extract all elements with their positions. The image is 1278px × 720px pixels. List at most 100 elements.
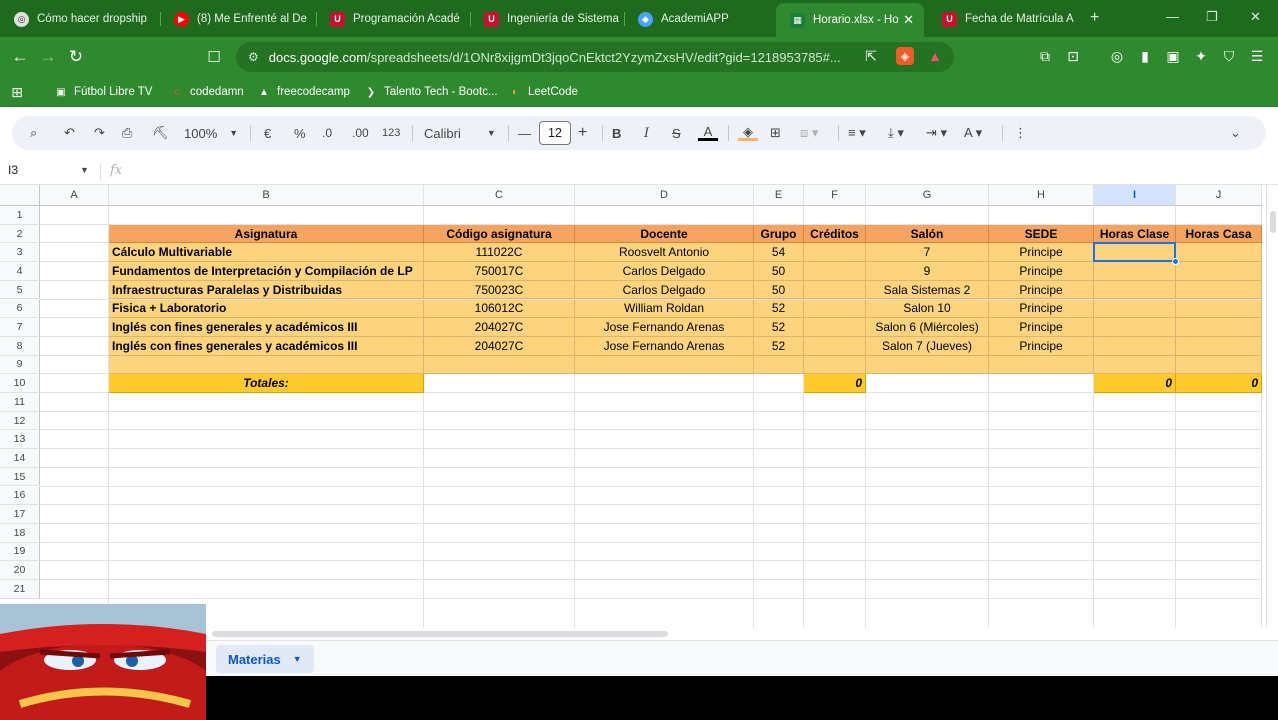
row-header-12[interactable]: 12 — [0, 411, 40, 431]
column-header-b[interactable]: B — [109, 185, 424, 206]
data-cell[interactable] — [754, 355, 804, 375]
new-tab-icon[interactable]: + — [1090, 9, 1099, 27]
screenshot-icon[interactable]: ⊡ — [1064, 47, 1082, 65]
ai-icon[interactable]: ✦ — [1192, 47, 1210, 65]
data-cell[interactable] — [1176, 318, 1262, 337]
font-size-input[interactable]: 12 — [539, 121, 571, 145]
row-header-6[interactable]: 6 — [0, 299, 40, 319]
column-header-h[interactable]: H — [989, 185, 1094, 206]
address-bar[interactable]: ⚙ docs.google.com /spreadsheets/d/1ONr8x… — [236, 42, 954, 72]
data-cell[interactable]: William Roldan — [575, 299, 754, 319]
data-cell[interactable]: 50 — [754, 280, 804, 300]
horizontal-align-icon[interactable]: ≡ ▾ — [848, 124, 866, 142]
increase-font-size-icon[interactable]: + — [578, 124, 587, 142]
brave-rewards-icon[interactable]: ▲ — [926, 47, 944, 65]
header-cell[interactable]: Créditos — [804, 224, 866, 244]
tab-2[interactable]: U Programación Acadé — [316, 4, 470, 34]
data-cell[interactable] — [1094, 280, 1176, 300]
collapse-toolbar-icon[interactable]: ⌄ — [1230, 124, 1241, 142]
row-header-5[interactable]: 5 — [0, 280, 40, 300]
header-cell[interactable]: SEDE — [989, 224, 1094, 244]
data-cell[interactable]: 750023C — [424, 280, 575, 300]
decrease-font-size-icon[interactable]: — — [518, 124, 531, 142]
currency-button[interactable]: € — [264, 124, 271, 142]
sheet-tab-materias[interactable]: Materias ▼ — [216, 645, 314, 673]
data-cell[interactable] — [1176, 355, 1262, 375]
vertical-scrollbar[interactable] — [1266, 185, 1278, 630]
data-cell[interactable]: 52 — [754, 299, 804, 319]
data-cell[interactable]: 52 — [754, 336, 804, 356]
data-cell[interactable]: Principe — [989, 299, 1094, 319]
row-header-18[interactable]: 18 — [0, 523, 40, 543]
row-header-3[interactable]: 3 — [0, 243, 40, 263]
bookmark-icon[interactable]: ☐ — [202, 45, 226, 69]
data-cell[interactable]: Jose Fernando Arenas — [575, 336, 754, 356]
forward-icon[interactable]: → — [36, 45, 60, 69]
data-cell[interactable]: 111022C — [424, 243, 575, 263]
data-cell[interactable]: Infraestructuras Paralelas y Distribuida… — [109, 280, 424, 300]
bookmark-codedamn[interactable]: c codedamn — [170, 83, 244, 101]
data-cell[interactable]: Salon 6 (Miércoles) — [866, 318, 989, 337]
decrease-decimal-button[interactable]: .0 — [322, 124, 332, 142]
row-header-8[interactable]: 8 — [0, 336, 40, 356]
column-header-d[interactable]: D — [575, 185, 754, 206]
data-cell[interactable] — [804, 318, 866, 337]
extensions-icon[interactable]: ⧉ — [1036, 47, 1054, 65]
row-header-15[interactable]: 15 — [0, 467, 40, 487]
data-cell[interactable]: 54 — [754, 243, 804, 263]
header-cell[interactable]: Horas Clase — [1094, 224, 1176, 244]
print-icon[interactable]: ⎙ — [122, 124, 132, 142]
data-cell[interactable]: 9 — [866, 262, 989, 281]
data-cell[interactable]: 50 — [754, 262, 804, 281]
brave-shield-icon[interactable]: ◈ — [896, 47, 914, 65]
data-cell[interactable]: Principe — [989, 336, 1094, 356]
data-cell[interactable]: Principe — [989, 318, 1094, 337]
sidebar-icon[interactable]: ▮ — [1136, 47, 1154, 65]
data-cell[interactable]: 7 — [866, 243, 989, 263]
bold-button[interactable]: B — [612, 124, 621, 142]
row-header-17[interactable]: 17 — [0, 505, 40, 524]
undo-icon[interactable]: ↶ — [64, 124, 75, 142]
data-cell[interactable]: Inglés con fines generales y académicos … — [109, 336, 424, 356]
column-header-j[interactable]: J — [1176, 185, 1262, 206]
redo-icon[interactable]: ↷ — [94, 124, 105, 142]
close-window-icon[interactable]: ✕ — [1250, 9, 1261, 25]
data-cell[interactable] — [1176, 299, 1262, 319]
row-header-10[interactable]: 10 — [0, 374, 40, 393]
select-all-corner[interactable] — [0, 185, 40, 206]
leo-icon[interactable]: ◎ — [1108, 47, 1126, 65]
data-cell[interactable]: Fundamentos de Interpretación y Compilac… — [109, 262, 424, 281]
data-cell[interactable] — [1176, 243, 1262, 263]
chevron-down-icon[interactable]: ▼ — [293, 654, 302, 664]
column-header-a[interactable]: A — [40, 185, 109, 206]
data-cell[interactable] — [804, 262, 866, 281]
borders-icon[interactable]: ⊞ — [770, 124, 781, 142]
data-cell[interactable] — [804, 243, 866, 263]
row-header-21[interactable]: 21 — [0, 580, 40, 599]
text-rotation-icon[interactable]: A ▾ — [964, 124, 982, 142]
data-cell[interactable] — [1094, 299, 1176, 319]
data-cell[interactable] — [1094, 318, 1176, 337]
data-cell[interactable]: Sala Sistemas 2 — [866, 280, 989, 300]
column-header-c[interactable]: C — [424, 185, 575, 206]
chevron-down-icon[interactable]: ▼ — [80, 165, 89, 175]
apps-icon[interactable]: ⊞ — [10, 83, 30, 101]
data-cell[interactable]: 106012C — [424, 299, 575, 319]
data-cell[interactable] — [109, 355, 424, 375]
total-horas-clase[interactable]: 0 — [1094, 374, 1176, 393]
data-cell[interactable]: Salon 10 — [866, 299, 989, 319]
paint-format-icon[interactable]: ⛏ — [152, 124, 169, 142]
vertical-align-icon[interactable]: ⤓ ▾ — [888, 124, 904, 142]
column-header-f[interactable]: F — [804, 185, 866, 206]
close-tab-icon[interactable]: ✕ — [903, 12, 914, 28]
row-header-7[interactable]: 7 — [0, 318, 40, 337]
tab-6[interactable]: U Fecha de Matrícula A — [928, 4, 1080, 34]
totals-label[interactable]: Totales: — [109, 374, 424, 393]
data-cell[interactable]: Jose Fernando Arenas — [575, 318, 754, 337]
back-icon[interactable]: ← — [8, 45, 32, 69]
data-cell[interactable] — [804, 299, 866, 319]
data-cell[interactable]: Principe — [989, 262, 1094, 281]
more-options-icon[interactable]: ⋮ — [1014, 124, 1027, 142]
data-cell[interactable]: 204027C — [424, 318, 575, 337]
data-cell[interactable] — [804, 280, 866, 300]
